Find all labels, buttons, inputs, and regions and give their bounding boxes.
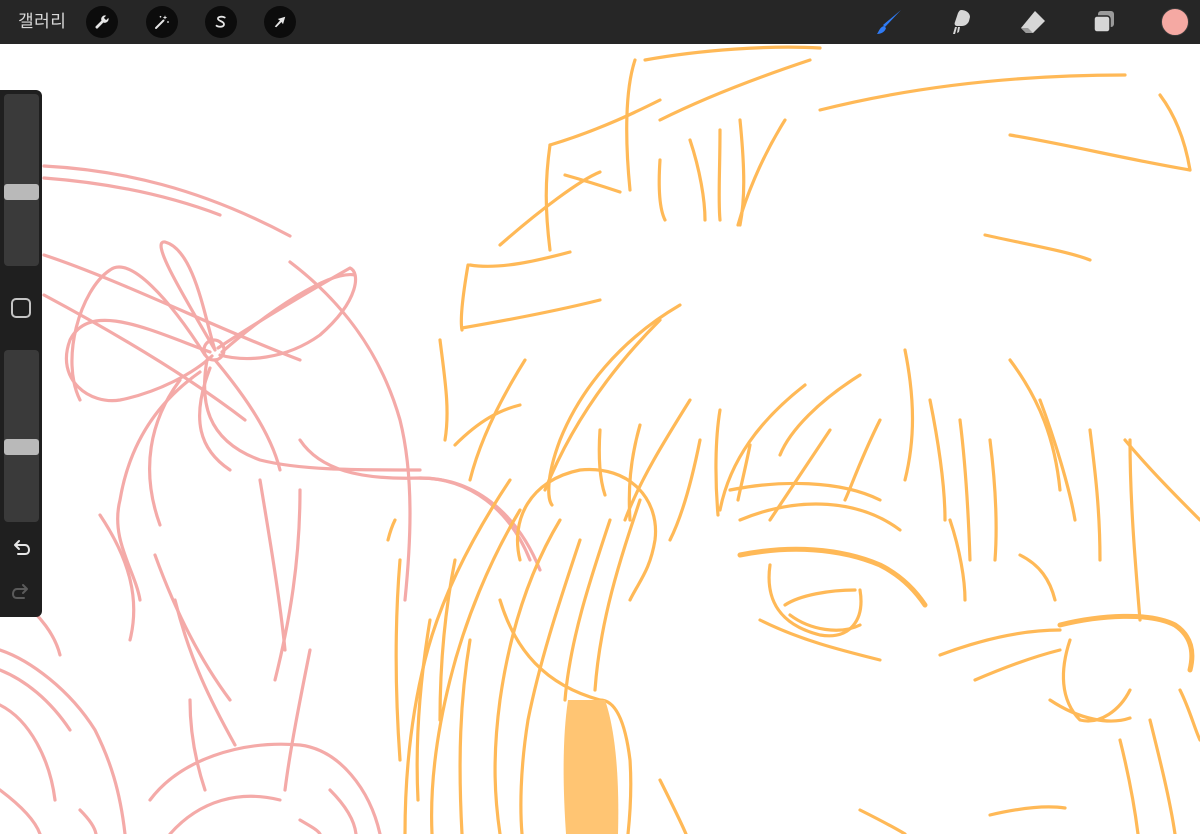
redo-icon (11, 584, 28, 599)
brush-tool-button[interactable] (873, 5, 907, 39)
orange-sketch-layer (386, 45, 1200, 834)
adjustments-button[interactable] (146, 6, 178, 38)
eraser-icon (1021, 11, 1045, 33)
pink-sketch-layer (0, 164, 542, 834)
smudge-icon (953, 10, 970, 34)
arrow-cursor-icon (274, 16, 286, 28)
brush-size-thumb[interactable] (4, 184, 39, 200)
top-toolbar: 갤러리 (0, 0, 1200, 44)
opacity-slider[interactable] (4, 350, 39, 522)
opacity-thumb[interactable] (4, 439, 39, 455)
procreate-app: 갤러리 (0, 0, 1200, 834)
layers-button[interactable] (1087, 5, 1121, 39)
left-sidebar (0, 90, 42, 617)
actions-button[interactable] (86, 6, 118, 38)
transform-button[interactable] (264, 6, 296, 38)
wrench-icon (95, 15, 109, 29)
undo-button[interactable] (10, 538, 32, 560)
canvas-sketch[interactable] (0, 44, 1200, 834)
magic-wand-icon (155, 15, 169, 29)
drawing-canvas[interactable] (0, 44, 1200, 834)
selection-button[interactable] (205, 6, 237, 38)
gallery-button[interactable]: 갤러리 (18, 11, 66, 33)
brush-size-slider[interactable] (4, 94, 39, 266)
smudge-tool-button[interactable] (945, 5, 979, 39)
selection-s-icon (215, 15, 226, 28)
brush-icon (877, 10, 901, 34)
modify-button[interactable] (11, 298, 31, 318)
orange-fill-stroke (563, 700, 619, 834)
undo-icon (14, 540, 31, 555)
layers-icon (1093, 11, 1114, 33)
color-picker-button[interactable] (1161, 8, 1189, 36)
eraser-tool-button[interactable] (1016, 5, 1050, 39)
redo-button[interactable] (10, 582, 32, 604)
